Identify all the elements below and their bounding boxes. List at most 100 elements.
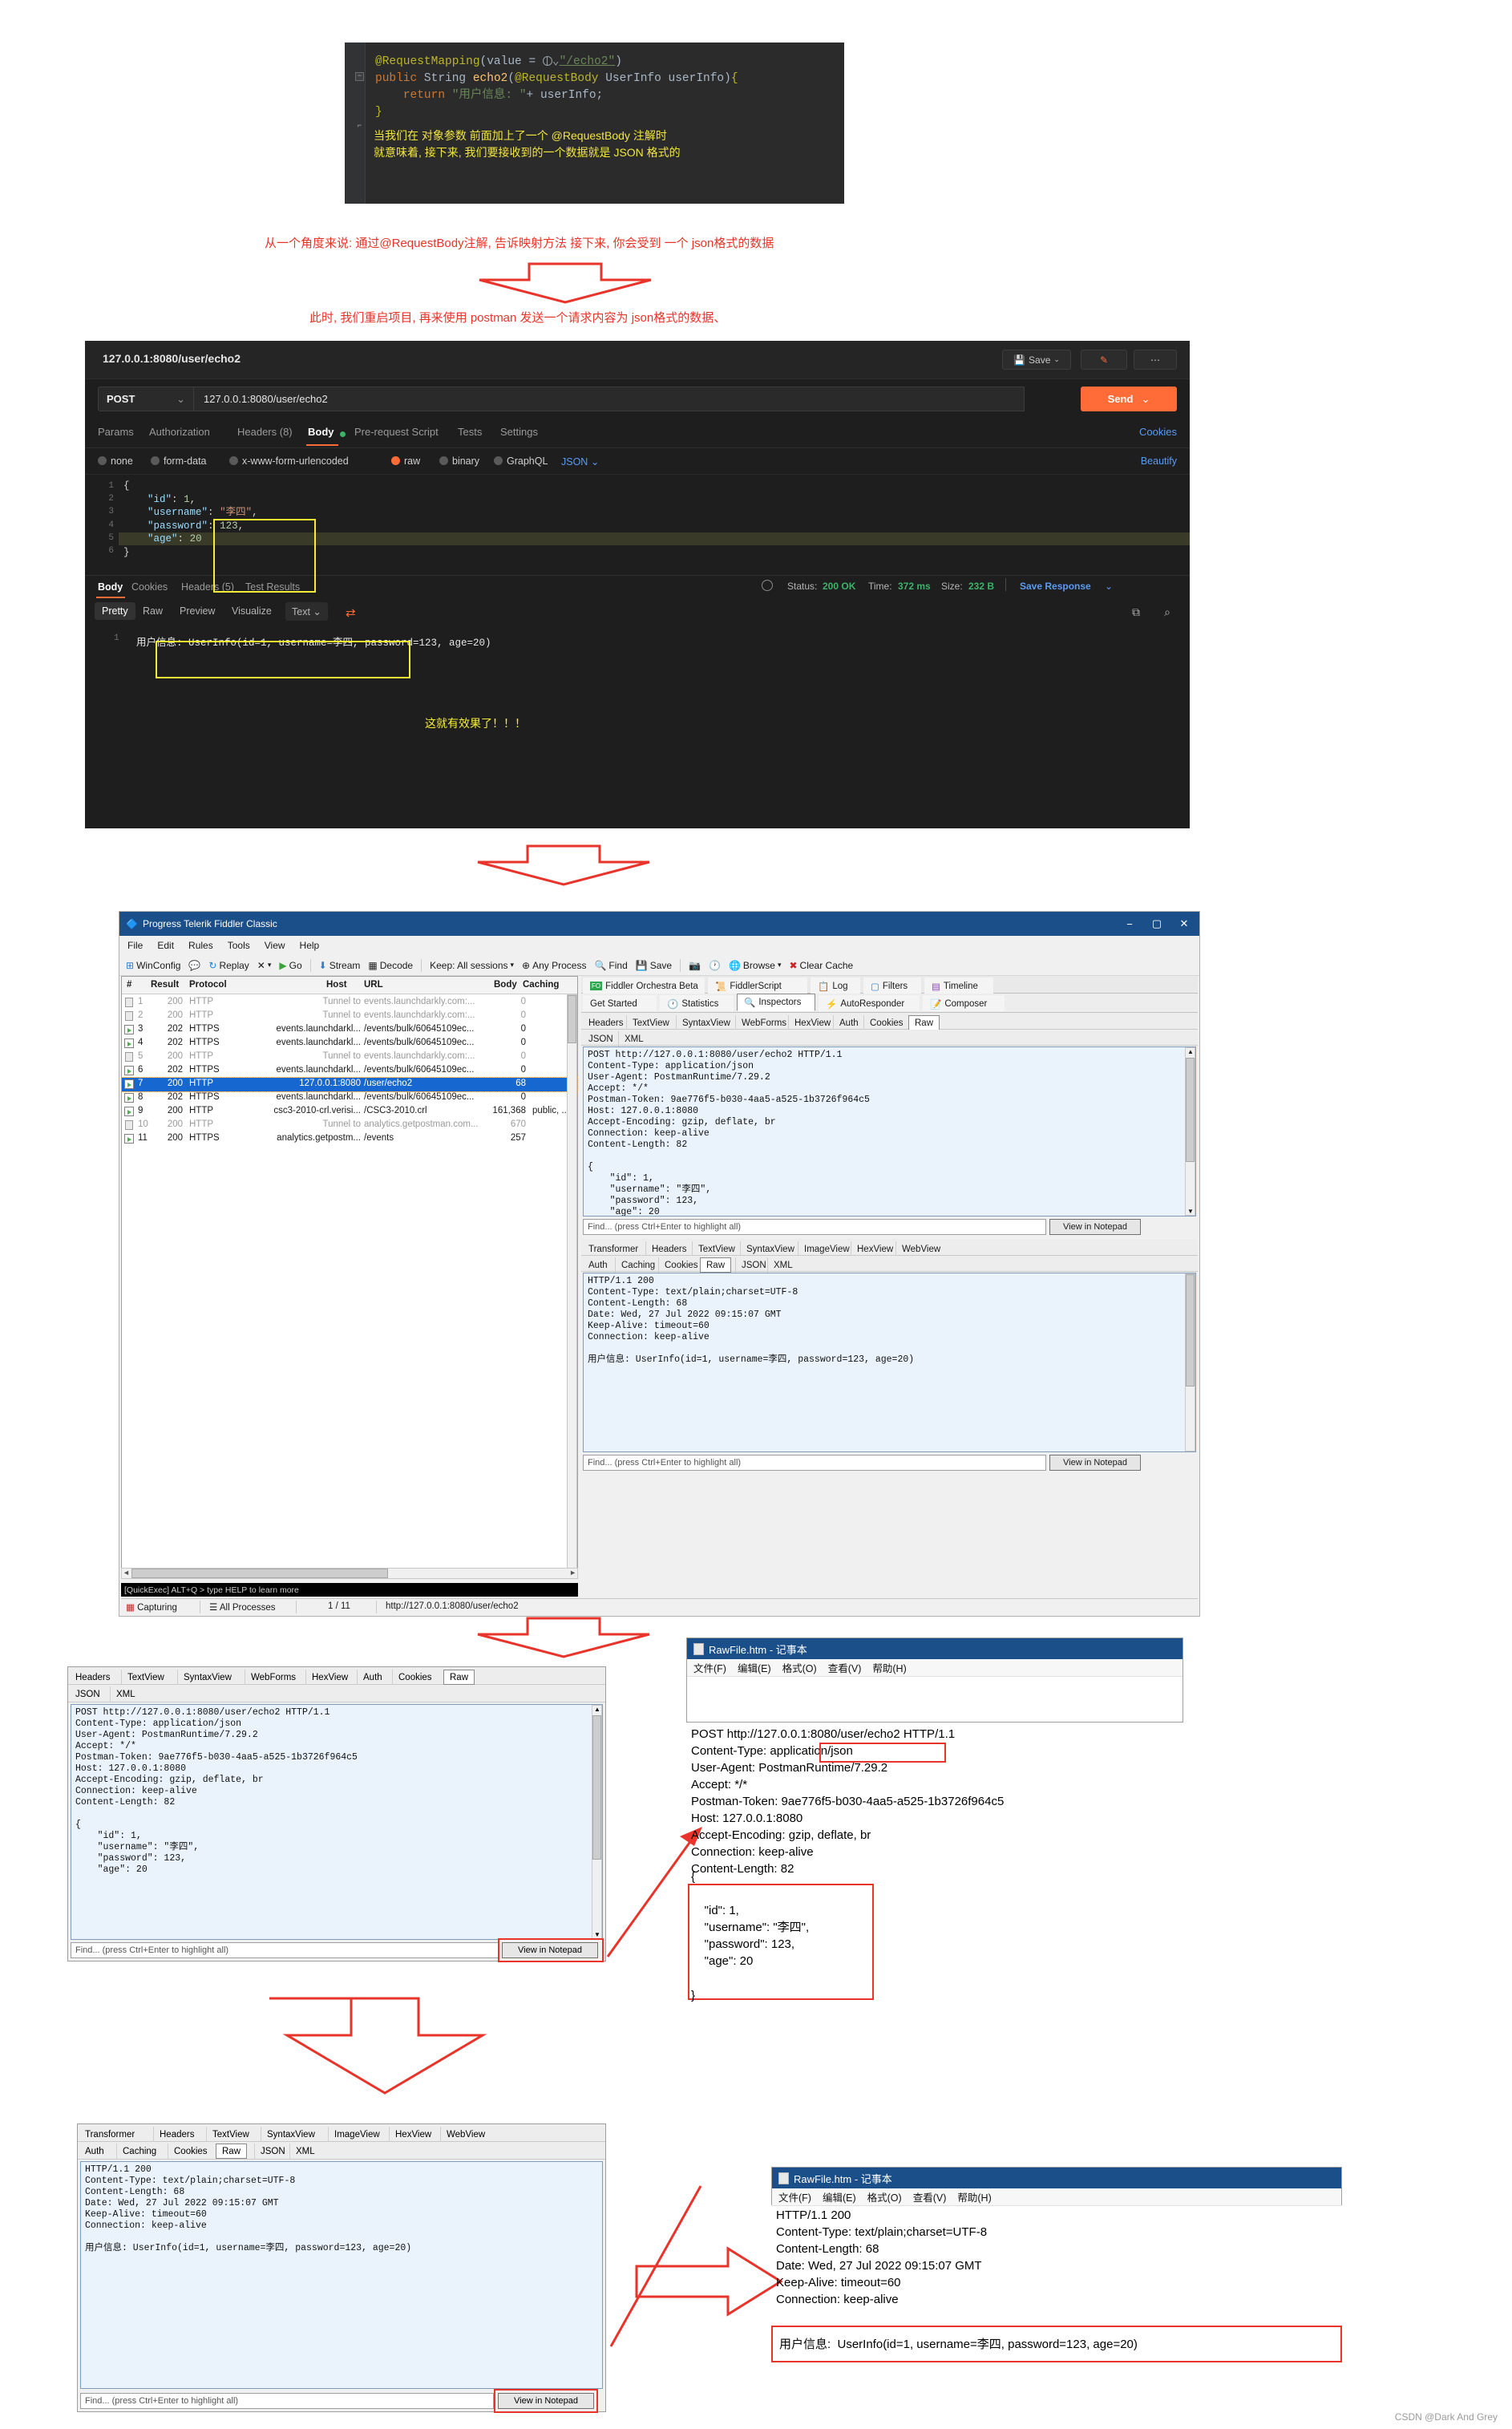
toolbar-timer[interactable]: 🕐	[709, 960, 721, 971]
frag-response-find-input[interactable]: Find... (press Ctrl+Enter to highlight a…	[80, 2393, 494, 2409]
scroll-down-arrow-icon[interactable]: ▼	[1187, 1208, 1194, 1215]
frag-res-tab-hexview[interactable]: HexView	[389, 2127, 437, 2142]
tab-composer[interactable]: 📝 Composer	[923, 995, 1005, 1011]
tab-autoresponder[interactable]: ⚡ AutoResponder	[819, 995, 920, 1011]
toolbar-stream[interactable]: ⬇ Stream	[319, 960, 361, 971]
scroll-right-arrow-icon[interactable]: ►	[569, 1569, 576, 1577]
view-tab-pretty[interactable]: Pretty	[95, 602, 135, 620]
scrollbar-thumb[interactable]	[1186, 1274, 1195, 1387]
np2-menu-file[interactable]: 文件(F)	[778, 2189, 811, 2204]
edit-button[interactable]: ✎	[1081, 350, 1127, 370]
frag-req-tab-textview[interactable]: TextView	[121, 1670, 170, 1685]
req-tab-textview[interactable]: TextView	[626, 1015, 675, 1030]
toolbar-keep-sessions[interactable]: Keep: All sessions ▾	[430, 960, 514, 971]
tab-params[interactable]: Params	[98, 426, 134, 438]
process-filter[interactable]: ☰ All Processes	[209, 1601, 276, 1613]
toolbar-find[interactable]: 🔍 Find	[594, 960, 627, 971]
res-tab-syntaxview[interactable]: SyntaxView	[740, 1241, 800, 1257]
request-find-input[interactable]: Find... (press Ctrl+Enter to highlight a…	[583, 1219, 1046, 1235]
np-menu-file[interactable]: 文件(F)	[693, 1660, 726, 1675]
frag-res-tab-webview[interactable]: WebView	[440, 2127, 491, 2142]
toolbar-decode[interactable]: ▦ Decode	[368, 960, 413, 971]
session-list-scrollbar[interactable]	[567, 994, 577, 1578]
frag-res-tab-xml[interactable]: XML	[289, 2144, 321, 2159]
response-find-input[interactable]: Find... (press Ctrl+Enter to highlight a…	[583, 1455, 1046, 1471]
view-tab-preview[interactable]: Preview	[180, 605, 215, 617]
request-view-in-notepad-button[interactable]: View in Notepad	[1049, 1219, 1141, 1235]
tab-pre-request-script[interactable]: Pre-request Script	[354, 426, 439, 438]
scroll-down-arrow-icon[interactable]: ▼	[594, 1931, 600, 1938]
frag-res-tab-transformer[interactable]: Transformer	[79, 2127, 140, 2142]
res-tab-headers[interactable]: Headers	[645, 1241, 692, 1257]
frag-res-tab-headers[interactable]: Headers	[153, 2127, 200, 2142]
res-tab-cookies[interactable]: Cookies	[658, 1257, 704, 1273]
req-tab-cookies[interactable]: Cookies	[863, 1015, 909, 1030]
minimize-button[interactable]: −	[1116, 912, 1143, 936]
beautify-button[interactable]: Beautify	[1141, 455, 1177, 467]
np-menu-format[interactable]: 格式(O)	[782, 1660, 817, 1675]
frag-request-scrollbar[interactable]: ▲ ▼	[592, 1705, 602, 1939]
frag-req-tab-hexview[interactable]: HexView	[305, 1670, 354, 1685]
np-menu-view[interactable]: 查看(V)	[828, 1660, 862, 1675]
tab-filters[interactable]: ▢ Filters	[863, 978, 921, 994]
raw-format-select[interactable]: JSON ⌄	[561, 455, 599, 468]
res-tab-json[interactable]: JSON	[735, 1257, 772, 1273]
menu-view[interactable]: View	[265, 940, 285, 951]
session-row[interactable]: 9 200 HTTP csc3-2010-crl.verisi.../CSC3-201…	[122, 1105, 577, 1119]
frag-res-tab-imageview[interactable]: ImageView	[328, 2127, 386, 2142]
session-row[interactable]: 5 200 HTTP Tunnel to events.launchdarkly.com…	[122, 1051, 577, 1064]
body-option-form-data[interactable]: form-data	[151, 455, 207, 467]
col-protocol[interactable]: Protocol	[189, 980, 227, 990]
col-body[interactable]: Body	[494, 980, 517, 990]
session-row[interactable]: 3 202 HTTPS events.launchdarkl.../events/bu…	[122, 1023, 577, 1037]
frag-res-tab-auth[interactable]: Auth	[79, 2144, 110, 2159]
copy-icon[interactable]: ⧉	[1132, 605, 1140, 619]
req-tab-syntaxview[interactable]: SyntaxView	[676, 1015, 736, 1030]
req-tab-auth[interactable]: Auth	[833, 1015, 864, 1030]
quickexec-bar[interactable]: [QuickExec] ALT+Q > type HELP to learn m…	[121, 1583, 578, 1597]
res-tab-raw[interactable]: Raw	[700, 1257, 732, 1273]
hscrollbar-thumb[interactable]	[131, 1569, 388, 1578]
body-option-none[interactable]: none	[98, 455, 133, 467]
frag-res-tab-syntaxview[interactable]: SyntaxView	[261, 2127, 321, 2142]
save-response-button[interactable]: Save Response	[1020, 581, 1091, 592]
session-row[interactable]: 6 202 HTTPS events.launchdarkl.../events/bu…	[122, 1064, 577, 1078]
np2-menu-help[interactable]: 帮助(H)	[957, 2189, 991, 2204]
chevron-down-icon[interactable]: ⌄	[1105, 581, 1113, 592]
menu-edit[interactable]: Edit	[157, 940, 174, 951]
request-scrollbar[interactable]: ▲ ▼	[1185, 1047, 1195, 1216]
frag-req-tab-headers[interactable]: Headers	[70, 1670, 115, 1685]
col-caching[interactable]: Caching	[523, 980, 559, 990]
frag-req-tab-webforms[interactable]: WebForms	[245, 1670, 301, 1685]
notepad-response-headers[interactable]: HTTP/1.1 200 Content-Type: text/plain;ch…	[776, 2207, 1353, 2308]
tab-authorization[interactable]: Authorization	[149, 426, 210, 438]
fiddler-session-list[interactable]: # Result Protocol Host URL Body Caching …	[121, 976, 578, 1579]
col-result[interactable]: Result	[151, 980, 179, 990]
res-tab-textview[interactable]: TextView	[692, 1241, 741, 1257]
frag-req-tab-syntaxview[interactable]: SyntaxView	[177, 1670, 237, 1685]
res-tab-hexview[interactable]: HexView	[851, 1241, 899, 1257]
tab-settings[interactable]: Settings	[500, 426, 538, 438]
scroll-left-arrow-icon[interactable]: ◄	[123, 1569, 130, 1577]
res-tab-webview[interactable]: WebView	[895, 1241, 946, 1257]
req-tab-headers[interactable]: Headers	[583, 1015, 629, 1030]
frag-res-tab-textview[interactable]: TextView	[206, 2127, 255, 2142]
req-tab-raw[interactable]: Raw	[908, 1015, 940, 1030]
session-row[interactable]: 11 200 HTTPS analytics.getpostm.../events 25…	[122, 1132, 577, 1146]
np2-menu-edit[interactable]: 编辑(E)	[823, 2189, 856, 2204]
tab-body[interactable]: Body	[308, 426, 334, 438]
response-tab-cookies[interactable]: Cookies	[131, 581, 168, 593]
postman-request-tab-title[interactable]: 127.0.0.1:8080/user/echo2	[103, 352, 241, 365]
body-option-urlencoded[interactable]: x-www-form-urlencoded	[229, 455, 349, 467]
toolbar-clear-cache[interactable]: ✖ Clear Cache	[789, 960, 853, 971]
tab-fiddler-orchestra[interactable]: FO Fiddler Orchestra Beta	[583, 978, 705, 994]
body-option-binary[interactable]: binary	[439, 455, 479, 467]
np-menu-edit[interactable]: 编辑(E)	[738, 1660, 771, 1675]
frag-req-tab-raw[interactable]: Raw	[443, 1670, 475, 1685]
menu-rules[interactable]: Rules	[188, 940, 213, 951]
np2-menu-format[interactable]: 格式(O)	[867, 2189, 902, 2204]
scrollbar-thumb[interactable]	[592, 1715, 601, 1860]
tab-headers[interactable]: Headers (8)	[237, 426, 293, 438]
np-menu-help[interactable]: 帮助(H)	[872, 1660, 906, 1675]
menu-tools[interactable]: Tools	[228, 940, 250, 951]
